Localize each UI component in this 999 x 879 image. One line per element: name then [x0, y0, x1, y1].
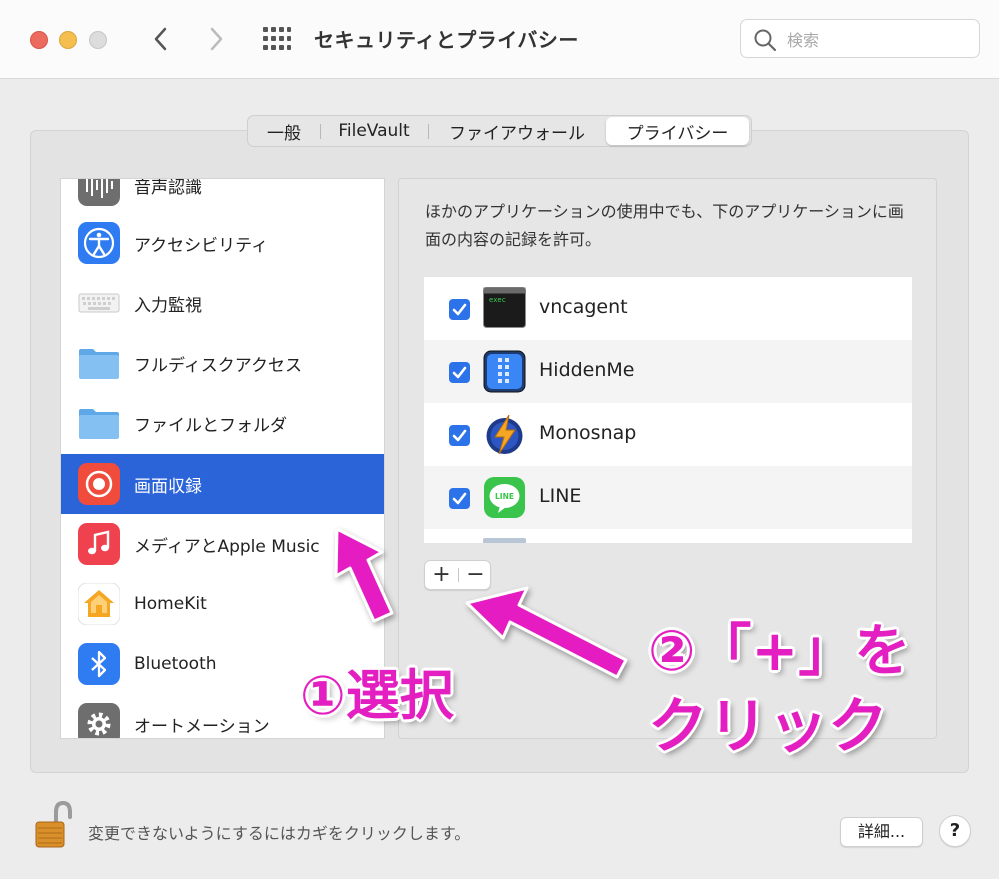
sidebar-item-label: オートメーション	[134, 716, 270, 737]
app-row-line[interactable]: LINE LINE	[424, 466, 912, 529]
app-checkbox[interactable]	[449, 425, 470, 446]
app-checkbox[interactable]	[449, 488, 470, 509]
app-name: vncagent	[539, 296, 628, 318]
annotation-step2-line2: クリック	[648, 692, 888, 762]
chevron-right-icon	[210, 27, 223, 51]
tab-filevault[interactable]: FileVault	[320, 117, 429, 145]
bluetooth-icon	[78, 643, 120, 685]
sidebar-item-label: アクセシビリティ	[134, 235, 269, 256]
permission-description: ほかのアプリケーションの使用中でも、下のアプリケーションに画面の内容の記録を許可…	[425, 202, 904, 249]
app-row-hiddenme[interactable]: HiddenMe	[424, 340, 912, 403]
waveform-icon	[78, 179, 120, 206]
checkmark-icon	[452, 366, 467, 379]
back-button[interactable]	[148, 22, 174, 56]
app-checkbox[interactable]	[449, 299, 470, 320]
search-icon	[754, 29, 777, 52]
app-icon-partial	[483, 538, 526, 543]
help-button[interactable]: ?	[939, 815, 971, 847]
tab-firewall[interactable]: ファイアウォール	[428, 117, 606, 145]
search-box[interactable]	[740, 19, 980, 58]
unlocked-padlock-icon[interactable]	[34, 800, 74, 850]
sidebar-item-speech-recognition[interactable]: 音声認識	[61, 178, 384, 215]
music-icon	[78, 523, 120, 565]
app-list[interactable]: exec vncagent HiddenMe Monosnap LINE LIN…	[424, 277, 912, 543]
hiddenme-icon	[483, 350, 526, 393]
sidebar-item-label: ファイルとフォルダ	[134, 415, 287, 436]
minimize-window-button[interactable]	[59, 31, 77, 49]
title-bar: セキュリティとプライバシー	[0, 0, 999, 79]
gear-icon	[78, 703, 120, 738]
annotation-step2-line1: ②「+」を	[648, 619, 911, 684]
checkmark-icon	[452, 492, 467, 505]
app-name: HiddenMe	[539, 359, 635, 381]
checkmark-icon	[452, 303, 467, 316]
grid-icon	[263, 27, 291, 50]
sidebar-item-accessibility[interactable]: アクセシビリティ	[61, 213, 384, 273]
sidebar-item-label: HomeKit	[134, 594, 207, 614]
search-input[interactable]	[785, 26, 969, 54]
line-icon: LINE	[484, 477, 525, 518]
show-all-grid-button[interactable]	[263, 27, 291, 51]
accessibility-icon	[78, 222, 120, 264]
zoom-window-button[interactable]	[89, 31, 107, 49]
sidebar-item-label: メディアとApple Music	[134, 536, 320, 557]
add-remove-control: + −	[424, 560, 491, 590]
sidebar-item-homekit[interactable]: HomeKit	[61, 574, 384, 634]
window-title: セキュリティとプライバシー	[314, 28, 579, 52]
monosnap-icon	[486, 414, 523, 455]
app-checkbox[interactable]	[449, 362, 470, 383]
close-window-button[interactable]	[30, 31, 48, 49]
tab-privacy[interactable]: プライバシー	[606, 117, 749, 145]
sidebar-item-label: 画面収録	[134, 476, 202, 497]
add-app-button[interactable]: +	[425, 561, 458, 589]
folder-icon	[79, 349, 119, 379]
folder-icon	[79, 409, 119, 439]
sidebar-item-label: 音声認識	[134, 178, 202, 198]
app-name: Monosnap	[539, 422, 637, 444]
sidebar-item-full-disk-access[interactable]: フルディスクアクセス	[61, 333, 384, 393]
sidebar-item-input-monitoring[interactable]: 入力監視	[61, 273, 384, 333]
forward-button[interactable]	[203, 22, 229, 56]
sidebar-item-screen-recording[interactable]: 画面収録	[61, 454, 384, 514]
app-row-monosnap[interactable]: Monosnap	[424, 403, 912, 466]
exec-label: exec	[489, 296, 506, 304]
app-name: LINE	[539, 485, 582, 507]
app-row-vncagent[interactable]: exec vncagent	[424, 277, 912, 340]
terminal-exec-icon: exec	[483, 287, 526, 328]
screen-record-icon	[78, 463, 120, 505]
remove-app-button[interactable]: −	[459, 561, 492, 589]
sidebar-item-label: フルディスクアクセス	[134, 355, 302, 376]
advanced-button[interactable]: 詳細...	[840, 817, 923, 847]
annotation-step1: ①選択	[300, 664, 454, 727]
sidebar-item-label: 入力監視	[134, 295, 202, 316]
tab-bar: 一般 FileVault ファイアウォール プライバシー	[247, 115, 752, 147]
chevron-left-icon	[154, 27, 167, 51]
app-row-partial	[424, 529, 912, 543]
tab-general[interactable]: 一般	[248, 117, 321, 145]
line-logo-text: LINE	[495, 492, 514, 501]
keyboard-icon	[78, 293, 120, 313]
sidebar-item-files-and-folders[interactable]: ファイルとフォルダ	[61, 393, 384, 453]
lock-instruction-text: 変更できないようにするにはカギをクリックします。	[88, 824, 471, 843]
sidebar-item-media-apple-music[interactable]: メディアとApple Music	[61, 514, 384, 574]
sidebar-item-label: Bluetooth	[134, 654, 217, 674]
checkmark-icon	[452, 429, 467, 442]
home-icon	[78, 583, 120, 625]
